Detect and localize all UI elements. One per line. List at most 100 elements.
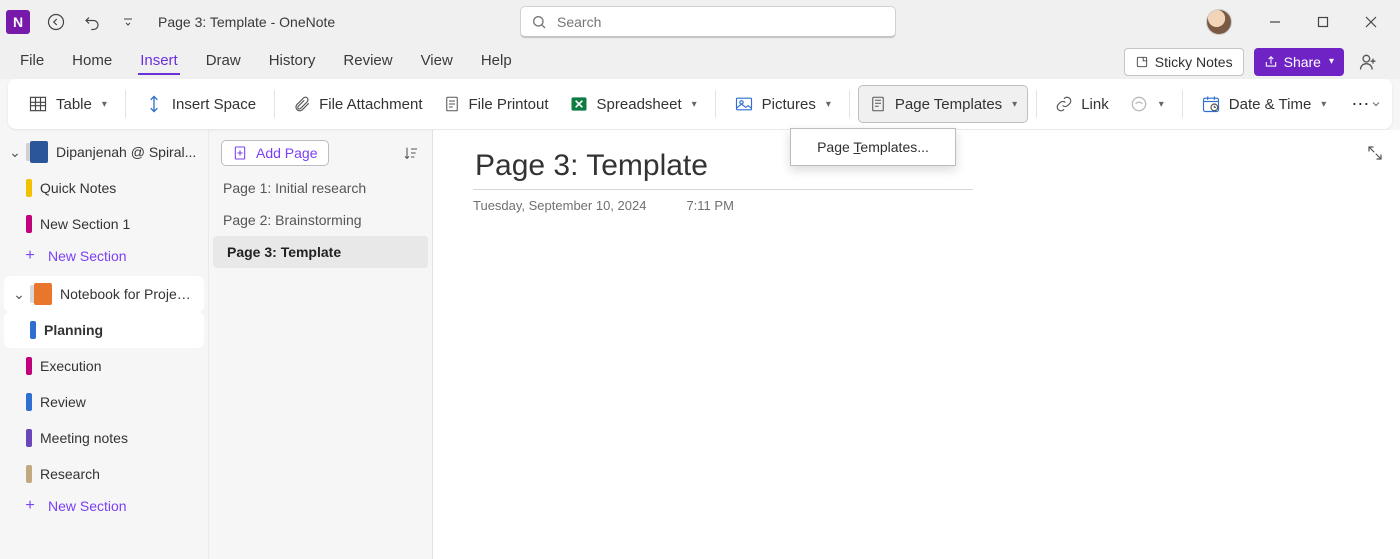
menu-tabs: File Home Insert Draw History Review Vie… xyxy=(0,44,1400,79)
notebook-icon xyxy=(30,141,48,163)
section-color-icon xyxy=(26,393,32,411)
file-printout-label: File Printout xyxy=(469,96,549,113)
sort-pages-button[interactable] xyxy=(400,142,422,164)
page-templates-menu-item[interactable]: Page Templates... xyxy=(791,131,955,163)
section-item[interactable]: Review xyxy=(0,384,208,420)
page-item[interactable]: Page 2: Brainstorming xyxy=(209,204,432,236)
notebook-label: Notebook for Project A xyxy=(60,286,196,302)
table-icon xyxy=(28,94,48,114)
section-color-icon xyxy=(26,215,32,233)
section-label: Research xyxy=(40,466,100,482)
chevron-down-icon: ▾ xyxy=(1159,99,1164,110)
ribbon-collapse-button[interactable] xyxy=(1366,94,1386,114)
page-item[interactable]: Page 1: Initial research xyxy=(209,172,432,204)
fullscreen-button[interactable] xyxy=(1366,144,1384,162)
sticky-notes-button[interactable]: Sticky Notes xyxy=(1124,48,1244,76)
date-time-label: Date & Time xyxy=(1229,96,1312,113)
new-section-button[interactable]: + New Section xyxy=(0,492,208,520)
add-page-icon xyxy=(232,145,248,161)
dropdown-suffix: emplates... xyxy=(860,139,928,155)
new-section-label: New Section xyxy=(48,498,127,514)
new-section-label: New Section xyxy=(48,248,127,264)
page-date: Tuesday, September 10, 2024 xyxy=(473,198,646,213)
spreadsheet-label: Spreadsheet xyxy=(597,96,682,113)
chevron-down-icon: ▾ xyxy=(102,99,107,110)
close-button[interactable] xyxy=(1348,6,1394,38)
tab-file[interactable]: File xyxy=(18,48,46,75)
section-color-icon xyxy=(30,321,36,339)
excel-icon xyxy=(569,94,589,114)
page-templates-button[interactable]: Page Templates ▾ xyxy=(858,85,1028,123)
tab-history[interactable]: History xyxy=(267,48,318,75)
file-attachment-label: File Attachment xyxy=(319,96,422,113)
section-label: Meeting notes xyxy=(40,430,128,446)
window-title: Page 3: Template - OneNote xyxy=(158,14,335,30)
new-section-button[interactable]: + New Section xyxy=(0,242,208,270)
chevron-down-icon: ▾ xyxy=(1321,99,1326,110)
share-icon xyxy=(1264,55,1278,69)
back-button[interactable] xyxy=(40,6,72,38)
insert-space-label: Insert Space xyxy=(172,96,256,113)
share-label: Share xyxy=(1284,54,1321,70)
page-canvas[interactable]: Tuesday, September 10, 2024 7:11 PM xyxy=(433,130,1400,559)
chevron-down-icon: ▾ xyxy=(1329,56,1334,67)
share-button[interactable]: Share ▾ xyxy=(1254,48,1344,76)
tab-insert[interactable]: Insert xyxy=(138,48,180,75)
file-printout-button[interactable]: File Printout xyxy=(433,85,559,123)
account-manager-icon[interactable] xyxy=(1354,48,1382,76)
page-item-selected[interactable]: Page 3: Template xyxy=(213,236,428,268)
undo-button[interactable] xyxy=(76,6,108,38)
sort-icon xyxy=(403,145,419,161)
section-item[interactable]: New Section 1 xyxy=(0,206,208,242)
tab-review[interactable]: Review xyxy=(341,48,394,75)
table-button[interactable]: Table ▾ xyxy=(18,85,117,123)
sticky-notes-label: Sticky Notes xyxy=(1155,54,1233,70)
ribbon-insert: Table ▾ Insert Space File Attachment Fil… xyxy=(8,79,1392,129)
notebook-label: Dipanjenah @ Spiral... xyxy=(56,144,200,160)
section-item[interactable]: Quick Notes xyxy=(0,170,208,206)
section-item[interactable]: Meeting notes xyxy=(0,420,208,456)
spreadsheet-button[interactable]: Spreadsheet ▾ xyxy=(559,85,707,123)
researcher-button[interactable]: ▾ xyxy=(1119,85,1174,123)
notebooks-panel: ⌄ Dipanjenah @ Spiral... Quick Notes New… xyxy=(0,130,208,559)
tab-help[interactable]: Help xyxy=(479,48,514,75)
notebook-item[interactable]: ⌄ Dipanjenah @ Spiral... xyxy=(0,134,208,170)
file-attachment-button[interactable]: File Attachment xyxy=(283,85,432,123)
link-label: Link xyxy=(1081,96,1109,113)
page-time: 7:11 PM xyxy=(686,198,733,213)
minimize-button[interactable] xyxy=(1252,6,1298,38)
template-icon xyxy=(869,95,887,113)
section-label: Quick Notes xyxy=(40,180,116,196)
section-color-icon xyxy=(26,465,32,483)
page-templates-dropdown: Page Templates... xyxy=(790,128,956,166)
quick-access-dropdown[interactable] xyxy=(112,6,144,38)
calendar-icon xyxy=(1201,94,1221,114)
date-time-button[interactable]: Date & Time ▾ xyxy=(1191,85,1337,123)
tab-home[interactable]: Home xyxy=(70,48,114,75)
section-item[interactable]: Research xyxy=(0,456,208,492)
section-color-icon xyxy=(26,429,32,447)
pictures-button[interactable]: Pictures ▾ xyxy=(724,85,841,123)
section-color-icon xyxy=(26,179,32,197)
chevron-down-icon: ⌄ xyxy=(8,144,22,161)
search-input[interactable] xyxy=(555,13,885,31)
notebook-icon xyxy=(34,283,52,305)
tab-view[interactable]: View xyxy=(419,48,455,75)
avatar[interactable] xyxy=(1206,9,1232,35)
insert-space-button[interactable]: Insert Space xyxy=(134,85,266,123)
tab-draw[interactable]: Draw xyxy=(204,48,243,75)
chevron-down-icon: ⌄ xyxy=(12,286,26,303)
notebook-item[interactable]: ⌄ Notebook for Project A xyxy=(4,276,204,312)
maximize-button[interactable] xyxy=(1300,6,1346,38)
section-color-icon xyxy=(26,357,32,375)
search-box[interactable] xyxy=(520,6,896,38)
add-page-button[interactable]: Add Page xyxy=(221,140,329,166)
plus-icon: + xyxy=(22,248,38,264)
search-icon xyxy=(531,14,547,30)
link-button[interactable]: Link xyxy=(1045,85,1119,123)
section-item-selected[interactable]: Planning xyxy=(4,312,204,348)
link-icon xyxy=(1055,95,1073,113)
table-label: Table xyxy=(56,96,92,113)
section-item[interactable]: Execution xyxy=(0,348,208,384)
paperclip-icon xyxy=(293,95,311,113)
